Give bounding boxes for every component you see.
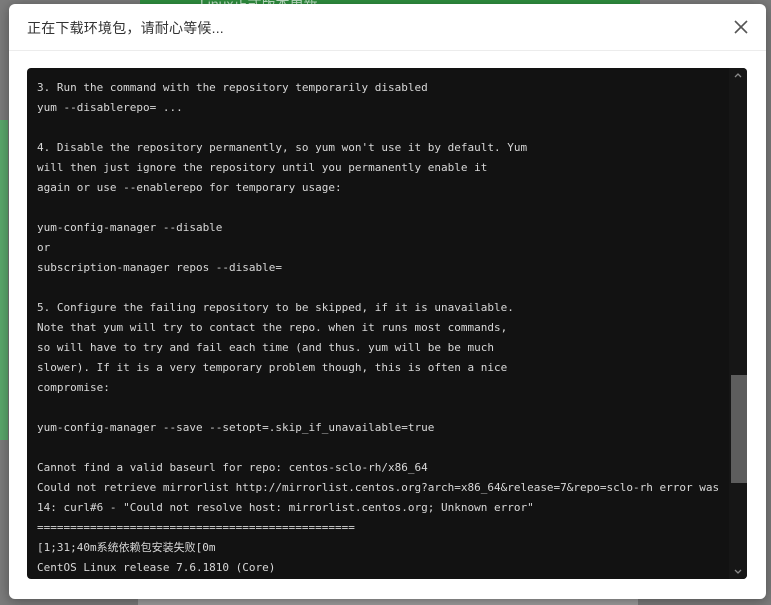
background-side-strip xyxy=(0,120,8,440)
terminal-line: subscription-manager repos --disable= xyxy=(37,261,283,274)
terminal-line: ========================================… xyxy=(37,521,355,534)
terminal-line: or xyxy=(37,241,51,254)
terminal-line: 14: curl#6 - "Could not resolve host: mi… xyxy=(37,501,534,514)
terminal-line: compromise: xyxy=(37,381,110,394)
terminal-line: slower). If it is a very temporary probl… xyxy=(37,361,508,374)
terminal-line: [1;31;40m系统依赖包安装失败[0m xyxy=(37,541,216,554)
terminal-line: Could not retrieve mirrorlist http://mir… xyxy=(37,481,720,494)
terminal-line: so will have to try and fail each time (… xyxy=(37,341,494,354)
terminal-line: Cannot find a valid baseurl for repo: ce… xyxy=(37,461,428,474)
scrollbar-thumb[interactable] xyxy=(731,374,747,483)
terminal-log-text: 3. Run the command with the repository t… xyxy=(37,78,727,578)
close-button[interactable] xyxy=(730,16,752,38)
terminal-line: again or use --enablerepo for temporary … xyxy=(37,181,342,194)
terminal-line: 3. Run the command with the repository t… xyxy=(37,81,428,94)
terminal-line: 4. Disable the repository permanently, s… xyxy=(37,141,528,154)
dialog-title: 正在下载环境包，请耐心等候... xyxy=(27,20,224,36)
download-progress-dialog: 正在下载环境包，请耐心等候... 3. Run the command with… xyxy=(9,4,766,599)
dialog-header: 正在下载环境包，请耐心等候... xyxy=(9,4,766,51)
terminal-line: yum-config-manager --disable xyxy=(37,221,223,234)
close-icon xyxy=(734,20,748,34)
terminal-line: will then just ignore the repository unt… xyxy=(37,161,488,174)
terminal-line: yum --disablerepo= ... xyxy=(37,101,183,114)
scroll-up-arrow-icon[interactable] xyxy=(733,70,743,80)
terminal-line: CentOS Linux release 7.6.1810 (Core) xyxy=(37,561,276,574)
terminal-line: yum-config-manager --save --setopt=.skip… xyxy=(37,421,435,434)
scroll-down-arrow-icon[interactable] xyxy=(733,567,743,577)
terminal-log-output[interactable]: 3. Run the command with the repository t… xyxy=(27,68,747,579)
background-footer-bar xyxy=(138,598,638,605)
terminal-scrollbar[interactable] xyxy=(729,68,747,579)
terminal-line: 5. Configure the failing repository to b… xyxy=(37,301,514,314)
terminal-line: Note that yum will try to contact the re… xyxy=(37,321,508,334)
